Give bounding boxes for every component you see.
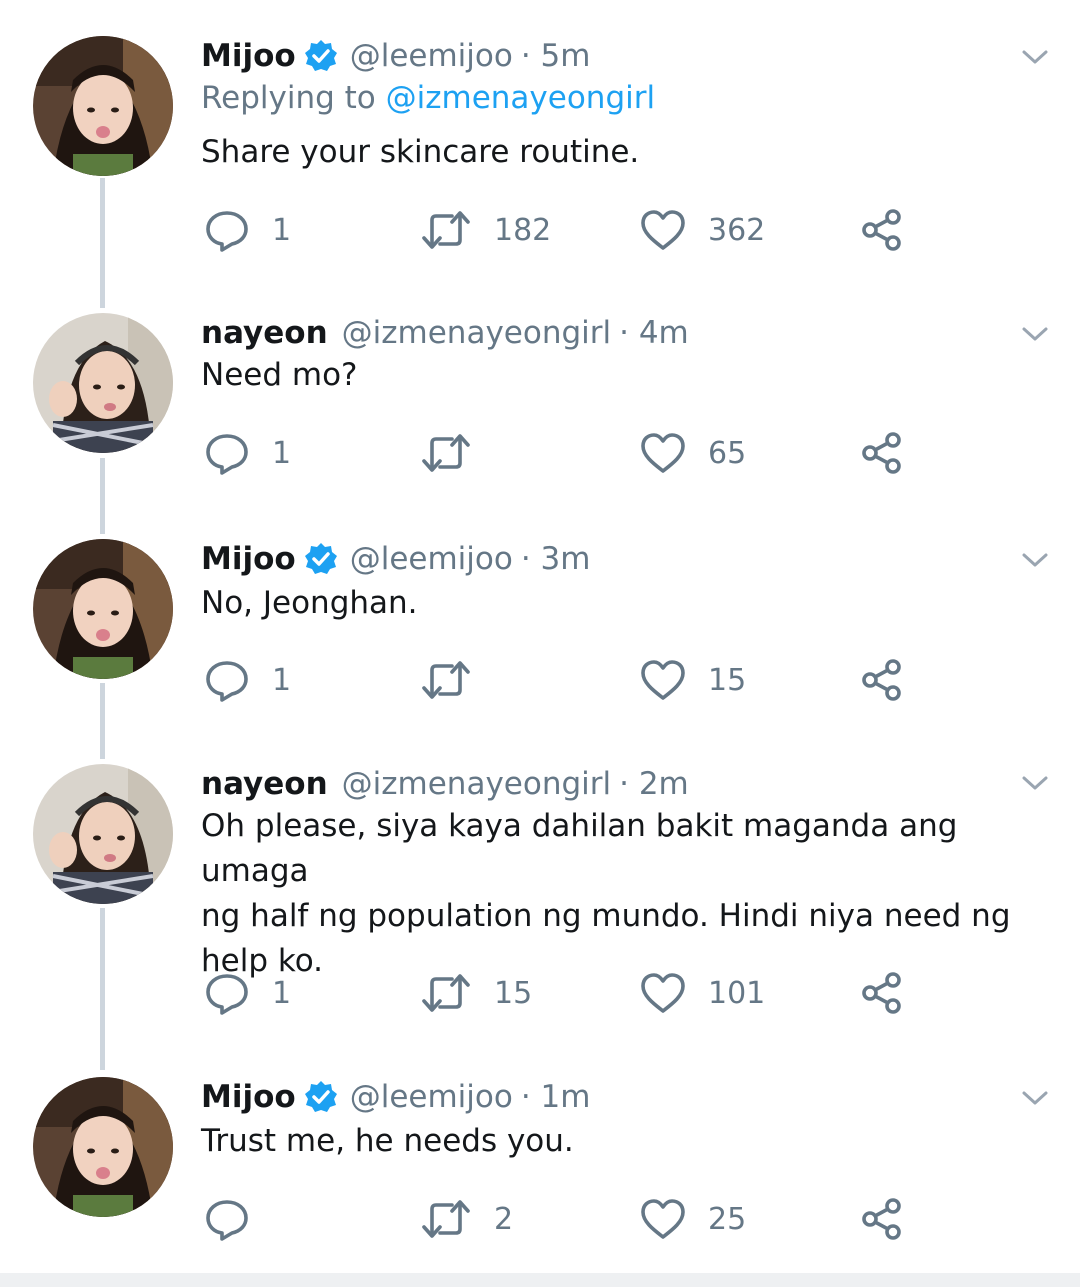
reply-icon xyxy=(204,657,250,703)
tweet-header: nayeon @izmenayeongirl · 2m xyxy=(201,760,689,808)
like-count: 101 xyxy=(708,975,766,1011)
retweet-button[interactable] xyxy=(420,429,494,477)
avatar[interactable] xyxy=(33,36,173,176)
action-bar: 2 25 xyxy=(0,1195,1080,1243)
replying-to: Replying to @izmenayeongirl xyxy=(201,80,655,116)
retweet-icon xyxy=(420,1199,472,1239)
action-bar: 1 15 xyxy=(0,656,1080,704)
heart-icon xyxy=(640,209,686,251)
timestamp: · 3m xyxy=(520,541,591,577)
mention-link[interactable]: @izmenayeongirl xyxy=(386,80,655,116)
display-name[interactable]: nayeon xyxy=(201,766,328,802)
verified-badge-icon xyxy=(304,542,338,576)
timestamp: · 4m xyxy=(619,315,689,351)
share-icon xyxy=(860,971,904,1015)
chevron-down-icon[interactable] xyxy=(1020,545,1050,575)
user-handle[interactable]: @leemijoo xyxy=(350,38,513,74)
share-icon xyxy=(860,658,904,702)
share-button[interactable] xyxy=(860,206,904,254)
retweet-button[interactable]: 15 xyxy=(420,969,532,1017)
heart-icon xyxy=(640,659,686,701)
tweet-text: Trust me, he needs you. xyxy=(201,1123,574,1159)
replying-label: Replying to xyxy=(201,80,386,116)
reply-count: 1 xyxy=(272,975,292,1011)
reply-icon xyxy=(204,970,250,1016)
like-count: 362 xyxy=(708,212,766,248)
action-bar: 1 15 101 xyxy=(0,969,1080,1017)
tweet-text-line: ng half ng population ng mundo. Hindi ni… xyxy=(201,898,1011,934)
like-button[interactable]: 15 xyxy=(640,656,746,704)
tweet-text: Oh please, siya kaya dahilan bakit magan… xyxy=(201,804,1061,984)
tweet-text: Need mo? xyxy=(201,357,358,393)
retweet-icon xyxy=(420,660,472,700)
tweet-header: Mijoo @leemijoo · 5m xyxy=(201,32,590,80)
bottom-divider xyxy=(0,1273,1080,1287)
tweet-header: Mijoo @leemijoo · 3m xyxy=(201,535,590,583)
avatar[interactable] xyxy=(33,764,173,904)
retweet-button[interactable]: 182 xyxy=(420,206,551,254)
reply-count: 1 xyxy=(272,212,292,248)
reply-count: 1 xyxy=(272,662,292,698)
like-button[interactable]: 25 xyxy=(640,1195,746,1243)
user-handle[interactable]: @izmenayeongirl xyxy=(342,766,611,802)
display-name[interactable]: Mijoo xyxy=(201,38,296,74)
tweet-header: Mijoo @leemijoo · 1m xyxy=(201,1073,590,1121)
retweet-button[interactable]: 2 xyxy=(420,1195,513,1243)
user-handle[interactable]: @leemijoo xyxy=(350,541,513,577)
retweet-icon xyxy=(420,973,472,1013)
reply-button[interactable] xyxy=(204,1195,272,1243)
share-button[interactable] xyxy=(860,656,904,704)
retweet-count: 2 xyxy=(494,1201,514,1237)
display-name[interactable]: Mijoo xyxy=(201,1079,296,1115)
tweet-header: nayeon @izmenayeongirl · 4m xyxy=(201,309,689,357)
heart-icon xyxy=(640,432,686,474)
share-button[interactable] xyxy=(860,429,904,477)
like-button[interactable]: 101 xyxy=(640,969,765,1017)
reply-button[interactable]: 1 xyxy=(204,429,291,477)
like-count: 25 xyxy=(708,1201,747,1237)
user-handle[interactable]: @izmenayeongirl xyxy=(342,315,611,351)
heart-icon xyxy=(640,972,686,1014)
share-button[interactable] xyxy=(860,1195,904,1243)
like-count: 65 xyxy=(708,435,747,471)
tweet-text-line: Oh please, siya kaya dahilan bakit magan… xyxy=(201,808,958,889)
retweet-button[interactable] xyxy=(420,656,494,704)
reply-button[interactable]: 1 xyxy=(204,206,291,254)
timestamp: · 5m xyxy=(520,38,591,74)
share-icon xyxy=(860,1197,904,1241)
reply-icon xyxy=(204,207,250,253)
timestamp: · 1m xyxy=(520,1079,591,1115)
like-count: 15 xyxy=(708,662,747,698)
heart-icon xyxy=(640,1198,686,1240)
chevron-down-icon[interactable] xyxy=(1020,42,1050,72)
reply-icon xyxy=(204,430,250,476)
user-handle[interactable]: @leemijoo xyxy=(350,1079,513,1115)
chevron-down-icon[interactable] xyxy=(1020,1083,1050,1113)
like-button[interactable]: 362 xyxy=(640,206,765,254)
action-bar: 1 182 362 xyxy=(0,206,1080,254)
verified-badge-icon xyxy=(304,39,338,73)
reply-button[interactable]: 1 xyxy=(204,656,291,704)
retweet-count: 15 xyxy=(494,975,533,1011)
reply-count: 1 xyxy=(272,435,292,471)
chevron-down-icon[interactable] xyxy=(1020,768,1050,798)
share-icon xyxy=(860,431,904,475)
like-button[interactable]: 65 xyxy=(640,429,746,477)
tweet-text: No, Jeonghan. xyxy=(201,585,418,621)
timestamp: · 2m xyxy=(619,766,689,802)
chevron-down-icon[interactable] xyxy=(1020,319,1050,349)
retweet-icon xyxy=(420,210,472,250)
tweet-text: Share your skincare routine. xyxy=(201,134,640,170)
reply-icon xyxy=(204,1196,250,1242)
reply-button[interactable]: 1 xyxy=(204,969,291,1017)
retweet-count: 182 xyxy=(494,212,552,248)
retweet-icon xyxy=(420,433,472,473)
verified-badge-icon xyxy=(304,1080,338,1114)
share-button[interactable] xyxy=(860,969,904,1017)
display-name[interactable]: Mijoo xyxy=(201,541,296,577)
share-icon xyxy=(860,208,904,252)
display-name[interactable]: nayeon xyxy=(201,315,328,351)
action-bar: 1 65 xyxy=(0,429,1080,477)
